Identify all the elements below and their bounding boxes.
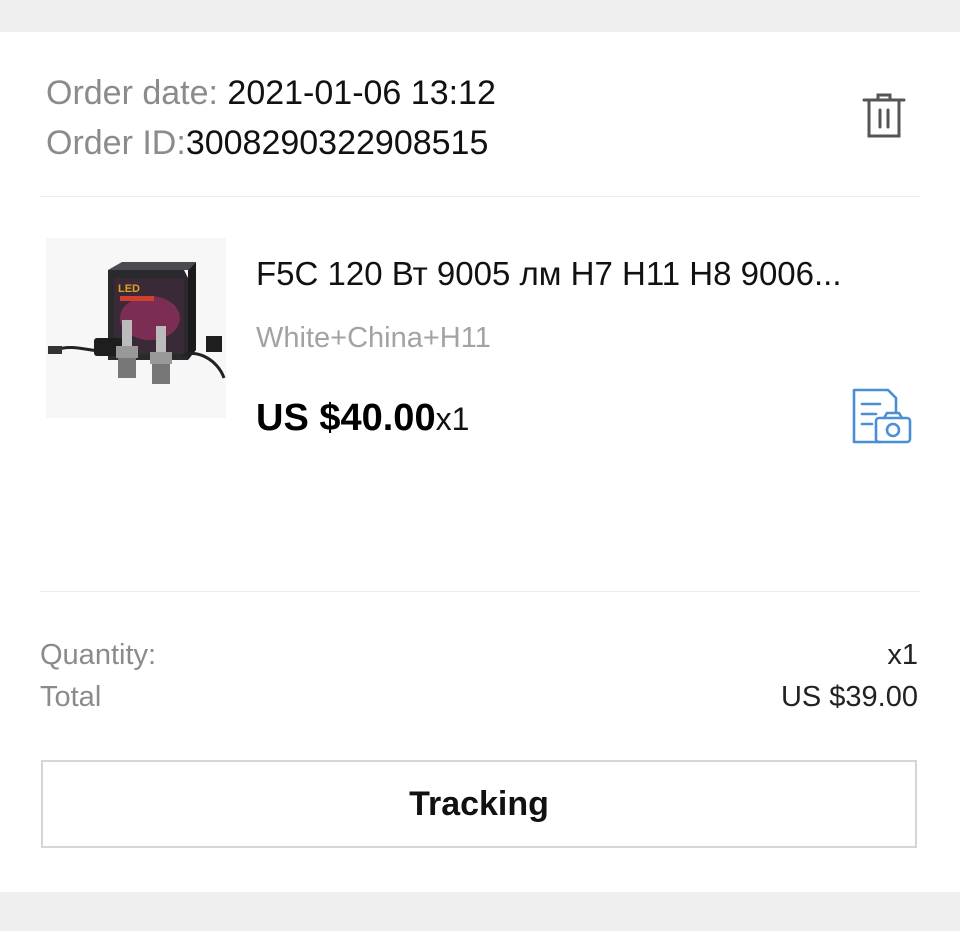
order-card: Order date: 2021-01-06 13:12 Order ID:30… xyxy=(0,32,960,892)
product-quantity: x1 xyxy=(435,401,470,437)
order-id-line: Order ID:3008290322908515 xyxy=(46,118,920,168)
order-date-value: 2021-01-06 13:12 xyxy=(227,74,496,112)
total-row: Total US $39.00 xyxy=(40,677,920,717)
product-title[interactable]: F5C 120 Вт 9005 лм H7 H11 H8 9006... xyxy=(256,252,906,296)
product-price: US $40.00 xyxy=(256,397,436,439)
photo-review-icon[interactable] xyxy=(850,386,914,448)
order-header: Order date: 2021-01-06 13:12 Order ID:30… xyxy=(46,68,920,168)
tracking-button[interactable]: Tracking xyxy=(41,760,917,848)
header-divider xyxy=(40,196,920,197)
quantity-row: Quantity: x1 xyxy=(40,635,920,675)
order-date-label: Order date: xyxy=(46,74,228,112)
total-label: Total xyxy=(40,681,102,713)
price-row: US $40.00x1 xyxy=(256,392,469,452)
total-value: US $39.00 xyxy=(780,681,918,713)
order-id-label: Order ID: xyxy=(46,124,186,162)
order-id-value: 3008290322908515 xyxy=(185,124,489,162)
quantity-label: Quantity: xyxy=(40,639,157,671)
product-variant: White+China+H11 xyxy=(256,322,491,354)
trash-icon[interactable] xyxy=(860,90,908,142)
order-date-line: Order date: 2021-01-06 13:12 xyxy=(46,68,920,118)
quantity-value: x1 xyxy=(887,639,918,671)
summary-divider xyxy=(40,591,920,592)
product-image[interactable]: LED xyxy=(46,238,226,418)
product-box-label: LED xyxy=(118,283,140,295)
